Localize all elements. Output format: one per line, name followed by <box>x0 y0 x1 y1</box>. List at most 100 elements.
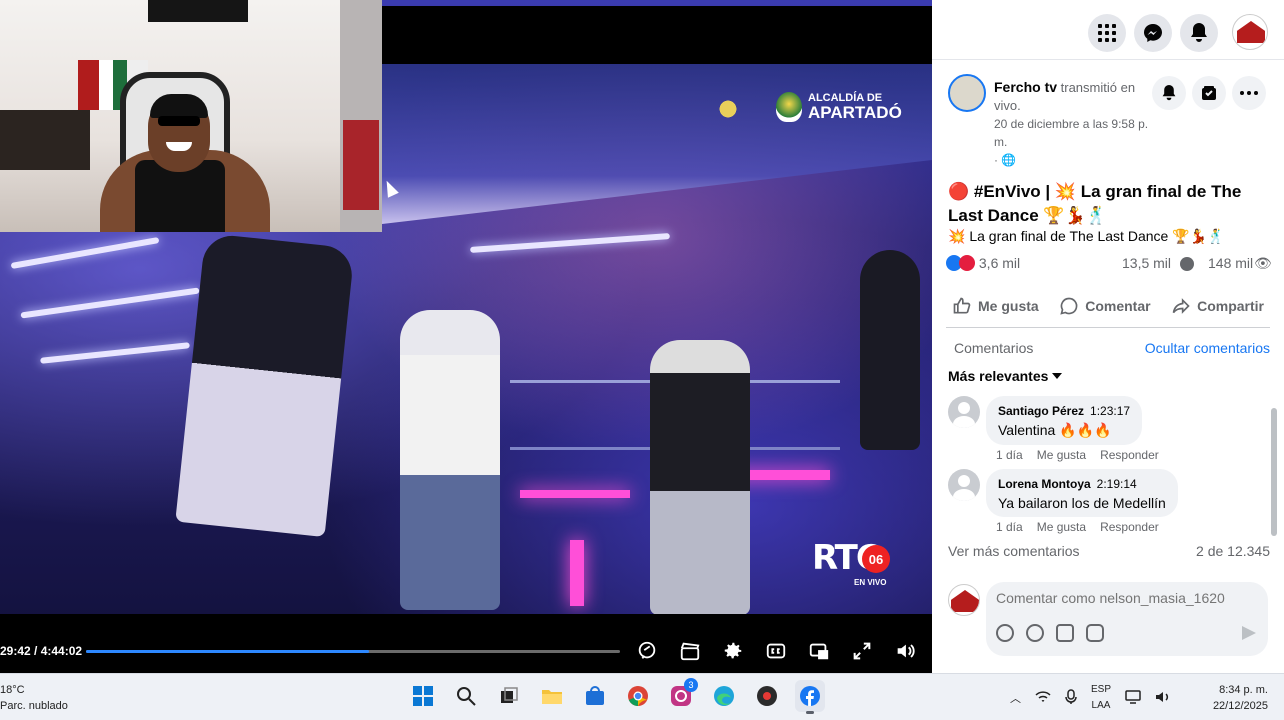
search-icon[interactable] <box>451 680 481 712</box>
instagram-icon[interactable]: 3 <box>666 678 698 712</box>
live-chat-icon[interactable] <box>636 640 658 662</box>
file-explorer-icon[interactable] <box>537 680 567 712</box>
windows-start-icon[interactable] <box>408 680 438 712</box>
active-app-indicator <box>806 711 814 714</box>
comment-reply-link[interactable]: Responder <box>1100 520 1159 534</box>
post-date[interactable]: 20 de diciembre a las 9:58 p. m. <box>994 115 1154 151</box>
facebook-app-icon[interactable] <box>795 680 825 714</box>
microphone-icon[interactable] <box>1065 688 1077 708</box>
more-options-icon[interactable] <box>1232 76 1266 110</box>
views-count: 148 mil <box>1208 255 1254 271</box>
comment-timestamp[interactable]: 2:19:14 <box>1097 477 1137 491</box>
save-post-icon[interactable] <box>1192 76 1226 110</box>
weather-temperature: 18°C <box>0 684 25 696</box>
eye-icon: 👁 <box>1254 255 1272 271</box>
author-avatar[interactable] <box>948 74 986 112</box>
composer-avatar <box>948 584 980 616</box>
reactions-count[interactable]: 3,6 mil <box>979 255 1020 271</box>
composer-tools <box>996 624 1104 642</box>
comment-like-link[interactable]: Me gusta <box>1037 520 1086 534</box>
task-view-icon[interactable] <box>494 680 524 712</box>
clapperboard-icon[interactable] <box>679 640 701 662</box>
keyboard-layout: LAA <box>1091 700 1111 711</box>
share-button[interactable]: Compartir <box>1165 292 1270 320</box>
windows-taskbar: 18°C Parc. nublado 3 ︿ ESP LAA 8:34 p. m… <box>0 673 1284 720</box>
view-more-comments-link[interactable]: Ver más comentarios <box>948 543 1080 559</box>
house-logo-icon <box>1237 21 1265 43</box>
comments-scrollbar[interactable] <box>1269 396 1277 556</box>
thumbs-up-icon <box>953 297 971 313</box>
taskbar-apps: 3 <box>408 678 825 714</box>
comments-title: Comentarios <box>954 340 1034 356</box>
post-description: 💥 La gran final de The Last Dance 🏆💃🕺 <box>948 228 1225 244</box>
display-icon[interactable] <box>1125 689 1141 707</box>
weather-condition: Parc. nublado <box>0 700 68 712</box>
house-logo-icon <box>951 590 979 612</box>
camera-icon[interactable] <box>1056 624 1074 642</box>
system-clock[interactable]: 8:34 p. m. 22/12/2025 <box>1204 682 1268 714</box>
speaker-icon[interactable] <box>1155 690 1171 707</box>
webcam-overlay <box>0 0 382 232</box>
chrome-icon[interactable] <box>623 680 653 712</box>
post-actions: Me gusta Comentar Compartir <box>946 284 1270 328</box>
sticker-icon[interactable] <box>1086 624 1104 642</box>
alcaldia-line2: APARTADÓ <box>808 103 902 122</box>
dancer <box>175 232 355 538</box>
commenter-name[interactable]: Lorena Montoya <box>998 477 1091 491</box>
post-title: 🔴 #EnVivo | 💥 La gran final de The Last … <box>948 182 1242 225</box>
menu-grid-icon[interactable] <box>1088 14 1126 52</box>
author-name[interactable]: Fercho tv <box>994 79 1057 95</box>
comment-timestamp[interactable]: 1:23:17 <box>1090 404 1130 418</box>
alcaldia-logo: ALCALDÍA DE APARTADÓ <box>776 92 902 122</box>
messenger-icon[interactable] <box>1134 14 1172 52</box>
rtc-en-vivo: EN VIVO <box>854 578 887 587</box>
language-indicator[interactable]: ESP LAA <box>1091 682 1111 714</box>
comment-button[interactable]: Comentar <box>1053 292 1156 320</box>
picture-in-picture-icon[interactable] <box>808 640 830 662</box>
sort-dropdown[interactable]: Más relevantes <box>948 368 1063 384</box>
send-icon[interactable] <box>1242 626 1256 640</box>
commenter-avatar[interactable] <box>948 396 980 428</box>
comment-text: Ya bailaron los de Medellín <box>998 495 1166 511</box>
commenter-name[interactable]: Santiago Pérez <box>998 404 1084 418</box>
emoji-icon[interactable] <box>1026 624 1044 642</box>
network-icon[interactable] <box>1035 690 1051 707</box>
commenter-avatar[interactable] <box>948 469 980 501</box>
screen: ALCALDÍA DE APARTADÓ RTC 06 EN VIVO 29:4… <box>0 0 1284 720</box>
fullscreen-icon[interactable] <box>851 640 873 662</box>
profile-avatar[interactable] <box>1232 14 1268 50</box>
comments-count[interactable]: 13,5 mil <box>1122 255 1171 271</box>
weather-widget[interactable]: 18°C Parc. nublado <box>0 682 68 714</box>
avatar-sticker-icon[interactable] <box>996 624 1014 642</box>
volume-icon[interactable] <box>894 640 916 662</box>
scroll-thumb[interactable] <box>1271 408 1277 536</box>
notification-badge: 3 <box>684 678 698 692</box>
progress-bar[interactable] <box>86 649 620 653</box>
media-app-icon[interactable] <box>752 680 782 712</box>
comment-box[interactable] <box>986 582 1268 656</box>
comment-label: Comentar <box>1085 297 1151 314</box>
neon-light <box>570 540 584 606</box>
comment-input[interactable] <box>996 590 1256 606</box>
captions-icon[interactable] <box>765 640 787 662</box>
sort-label: Más relevantes <box>948 368 1049 384</box>
notifications-bell-icon[interactable] <box>1180 14 1218 52</box>
chevron-up-icon[interactable]: ︿ <box>1010 690 1021 706</box>
store-icon[interactable] <box>580 680 610 712</box>
comments-shown-count: 2 de 12.345 <box>1196 543 1270 559</box>
bell-icon[interactable] <box>1152 76 1186 110</box>
comment-like-link[interactable]: Me gusta <box>1037 448 1086 462</box>
hide-comments-link[interactable]: Ocultar comentarios <box>1145 340 1270 356</box>
streamer-cap <box>150 94 208 118</box>
like-button[interactable]: Me gusta <box>946 292 1045 320</box>
comment-age: 1 día <box>996 448 1023 462</box>
rtc-channel-number: 06 <box>862 545 890 573</box>
comment-text: Valentina 🔥🔥🔥 <box>998 422 1112 438</box>
edge-icon[interactable] <box>709 680 739 712</box>
gear-icon[interactable] <box>722 640 744 662</box>
top-nav <box>932 0 1284 60</box>
seal-icon <box>776 92 802 122</box>
comment-reply-link[interactable]: Responder <box>1100 448 1159 462</box>
love-reaction-icon <box>959 255 975 271</box>
video-player[interactable]: ALCALDÍA DE APARTADÓ RTC 06 EN VIVO 29:4… <box>0 0 932 673</box>
